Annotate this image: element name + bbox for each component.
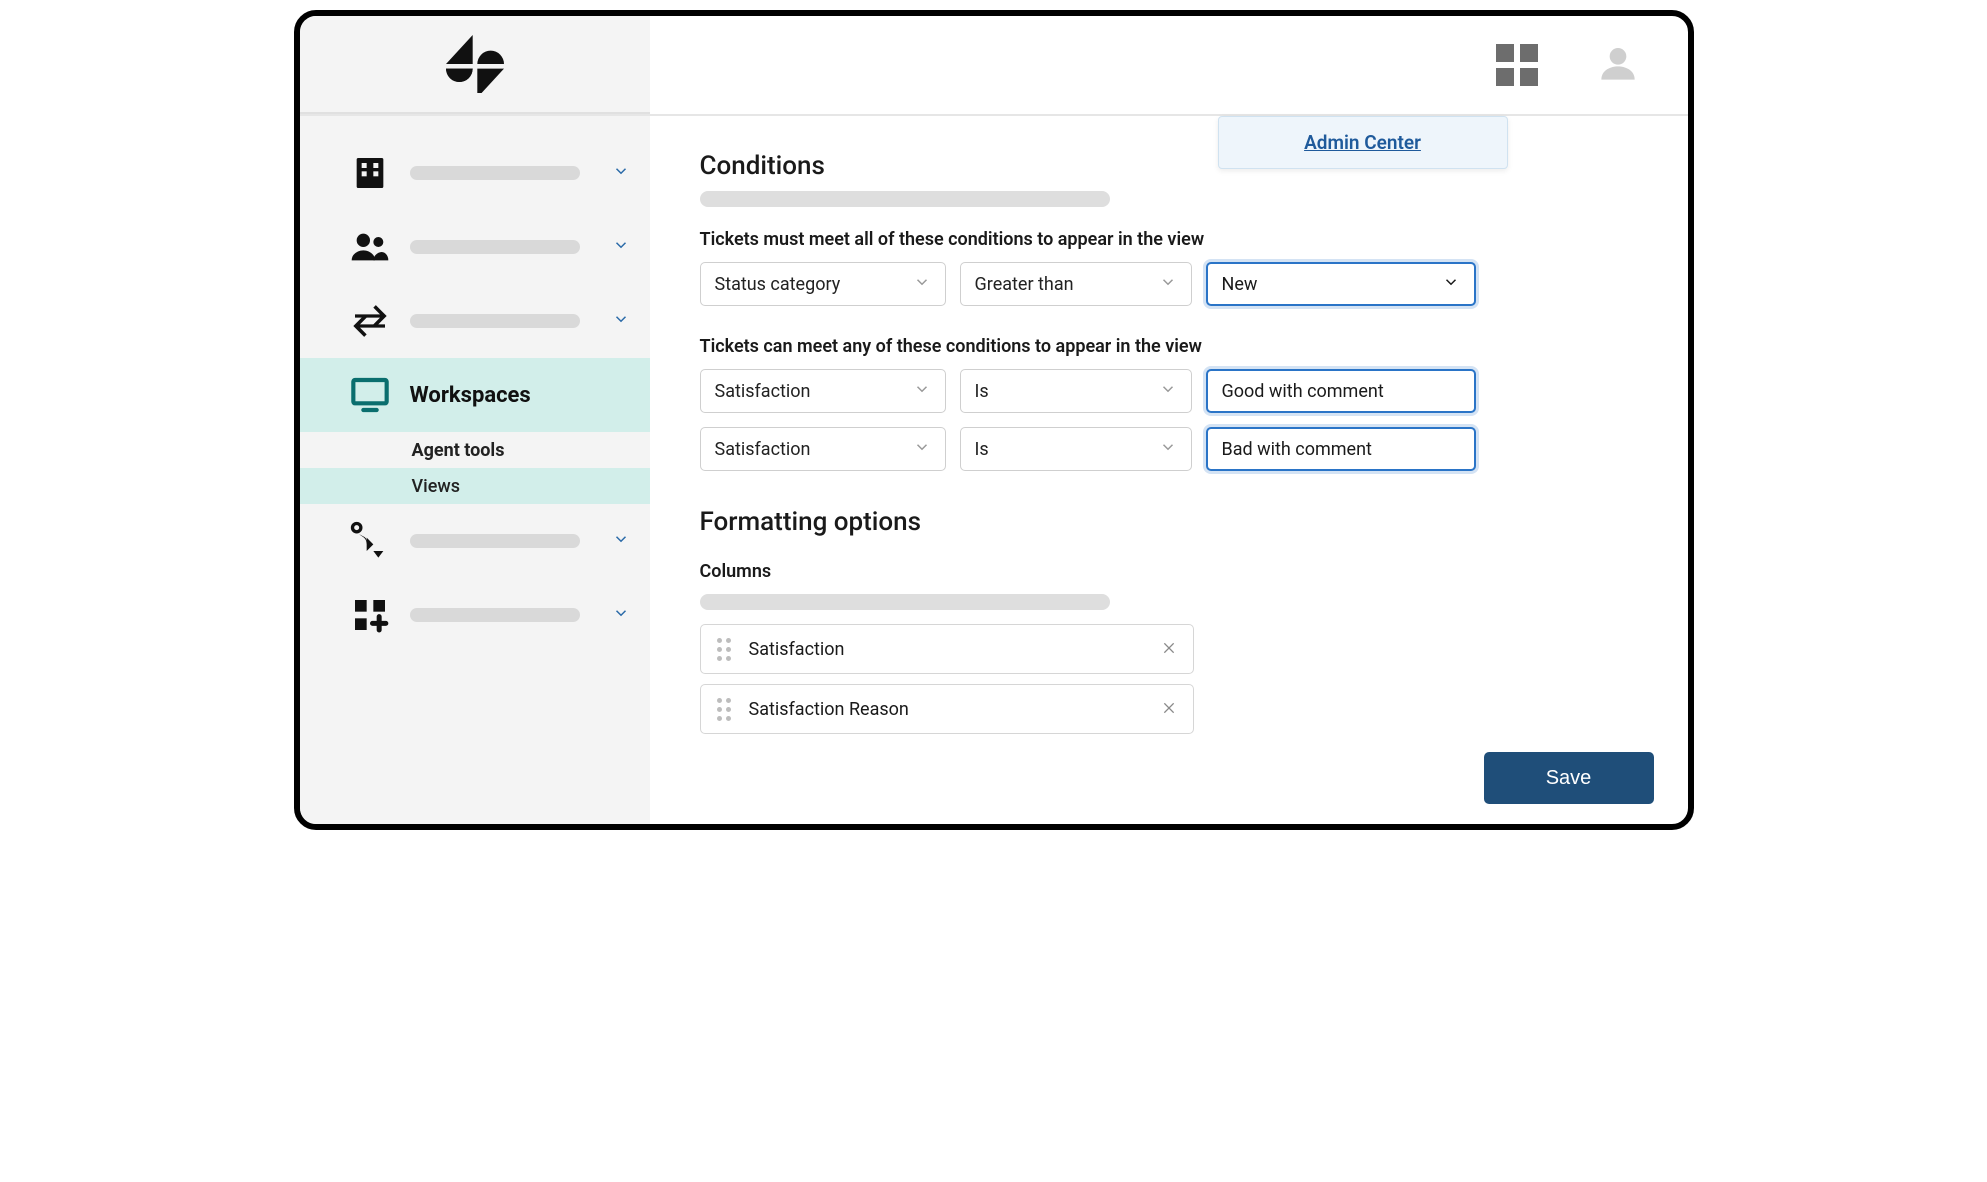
sidebar: Workspaces Agent tools Views [300,116,650,824]
arrows-exchange-icon [350,301,390,341]
monitor-icon [350,375,390,415]
zendesk-logo-icon [446,35,504,93]
column-item-1: Satisfaction Reason [700,684,1194,734]
sidebar-item-apps[interactable] [300,578,650,652]
chevron-down-icon [612,530,630,552]
sidebar-item-objects-rules[interactable] [300,504,650,578]
condition-field-select[interactable]: Status category [700,262,946,306]
select-value: Satisfaction [715,439,811,460]
chevron-down-icon [1442,273,1460,296]
column-name: Satisfaction Reason [749,699,1143,720]
condition-any-row-0: Satisfaction Is Good with comment [700,369,1638,413]
condition-all-row-0: Status category Greater than New [700,262,1638,306]
drag-handle-icon[interactable] [717,638,731,661]
columns-label: Columns [700,561,1638,582]
chevron-down-icon [1159,380,1177,403]
remove-column-button[interactable] [1161,697,1177,721]
sidebar-subitem-views[interactable]: Views [300,468,650,504]
sidebar-item-label: Workspaces [410,383,531,408]
sidebar-item-channels[interactable] [300,284,650,358]
description-placeholder [700,191,1110,207]
routing-icon [350,521,390,561]
sidebar-subitems: Agent tools Views [300,432,650,504]
save-button[interactable]: Save [1484,752,1654,804]
nav-placeholder [410,534,580,548]
drag-handle-icon[interactable] [717,698,731,721]
section-formatting-heading: Formatting options [700,507,1638,537]
condition-value-field[interactable]: New [1206,262,1476,306]
conditions-all-label: Tickets must meet all of these condition… [700,229,1638,250]
chevron-down-icon [1159,438,1177,461]
condition-field-select[interactable]: Satisfaction [700,427,946,471]
chevron-down-icon [612,604,630,626]
topbar [300,16,1688,116]
apps-grid-icon[interactable] [1496,44,1538,86]
sidebar-item-account[interactable] [300,136,650,210]
field-value: Good with comment [1222,381,1384,402]
chevron-down-icon [913,380,931,403]
select-value: Satisfaction [715,381,811,402]
logo-cell [300,16,650,114]
condition-operator-select[interactable]: Greater than [960,262,1192,306]
apps-add-icon [350,595,390,635]
condition-any-row-1: Satisfaction Is Bad with comment [700,427,1638,471]
select-value: Is [975,439,989,460]
header-right [650,16,1688,114]
sidebar-subitem-agent-tools[interactable]: Agent tools [412,432,650,468]
chevron-down-icon [913,273,931,296]
condition-operator-select[interactable]: Is [960,427,1192,471]
field-value: New [1222,274,1258,295]
chevron-down-icon [913,438,931,461]
chevron-down-icon [612,310,630,332]
nav-placeholder [410,240,580,254]
select-value: Status category [715,274,841,295]
nav-placeholder [410,608,580,622]
sidebar-item-people[interactable] [300,210,650,284]
chevron-down-icon [612,236,630,258]
column-item-0: Satisfaction [700,624,1194,674]
conditions-any-label: Tickets can meet any of these conditions… [700,336,1638,357]
select-value: Greater than [975,274,1074,295]
condition-value-field[interactable]: Good with comment [1206,369,1476,413]
columns-description-placeholder [700,594,1110,610]
admin-center-popover: Admin Center [1218,116,1508,169]
condition-field-select[interactable]: Satisfaction [700,369,946,413]
nav-placeholder [410,166,580,180]
field-value: Bad with comment [1222,439,1372,460]
main-content: Conditions Tickets must meet all of thes… [650,116,1688,824]
remove-column-button[interactable] [1161,637,1177,661]
app-frame: Admin Center [294,10,1694,830]
chevron-down-icon [1159,273,1177,296]
select-value: Is [975,381,989,402]
nav-placeholder [410,314,580,328]
column-name: Satisfaction [749,639,1143,660]
admin-center-link[interactable]: Admin Center [1304,131,1421,154]
avatar-icon[interactable] [1598,43,1638,87]
building-icon [350,153,390,193]
sidebar-item-workspaces[interactable]: Workspaces [300,358,650,432]
people-icon [350,227,390,267]
condition-value-field[interactable]: Bad with comment [1206,427,1476,471]
chevron-down-icon [612,162,630,184]
body: Workspaces Agent tools Views [300,116,1688,824]
condition-operator-select[interactable]: Is [960,369,1192,413]
